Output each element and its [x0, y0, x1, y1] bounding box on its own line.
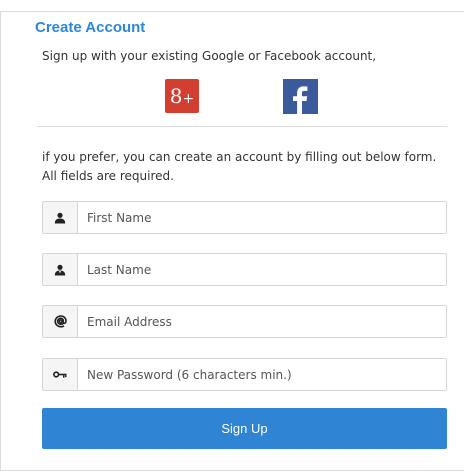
facebook-icon — [283, 79, 318, 114]
google-plus-icon: 8+ — [169, 84, 195, 108]
google-plus-button[interactable]: 8+ — [165, 79, 199, 113]
last-name-field — [42, 253, 447, 286]
social-signup-text: Sign up with your existing Google or Fac… — [42, 49, 377, 63]
user-alt-icon — [43, 254, 78, 285]
password-field — [42, 358, 447, 391]
form-instructions: if you prefer, you can create an account… — [42, 150, 437, 183]
password-input[interactable] — [78, 359, 446, 390]
facebook-button[interactable] — [283, 79, 318, 114]
section-divider — [37, 126, 447, 127]
first-name-input[interactable] — [78, 202, 446, 233]
key-icon — [43, 359, 78, 390]
sign-up-button[interactable]: Sign Up — [42, 408, 447, 449]
user-icon — [43, 202, 78, 233]
email-field — [42, 305, 447, 338]
email-input[interactable] — [78, 306, 446, 337]
clipped-heading-fragment — [0, 0, 100, 5]
at-icon — [43, 306, 78, 337]
create-account-panel: Create Account — [0, 11, 464, 471]
last-name-input[interactable] — [78, 254, 446, 285]
page-title: Create Account — [35, 20, 150, 36]
first-name-field — [42, 201, 447, 234]
